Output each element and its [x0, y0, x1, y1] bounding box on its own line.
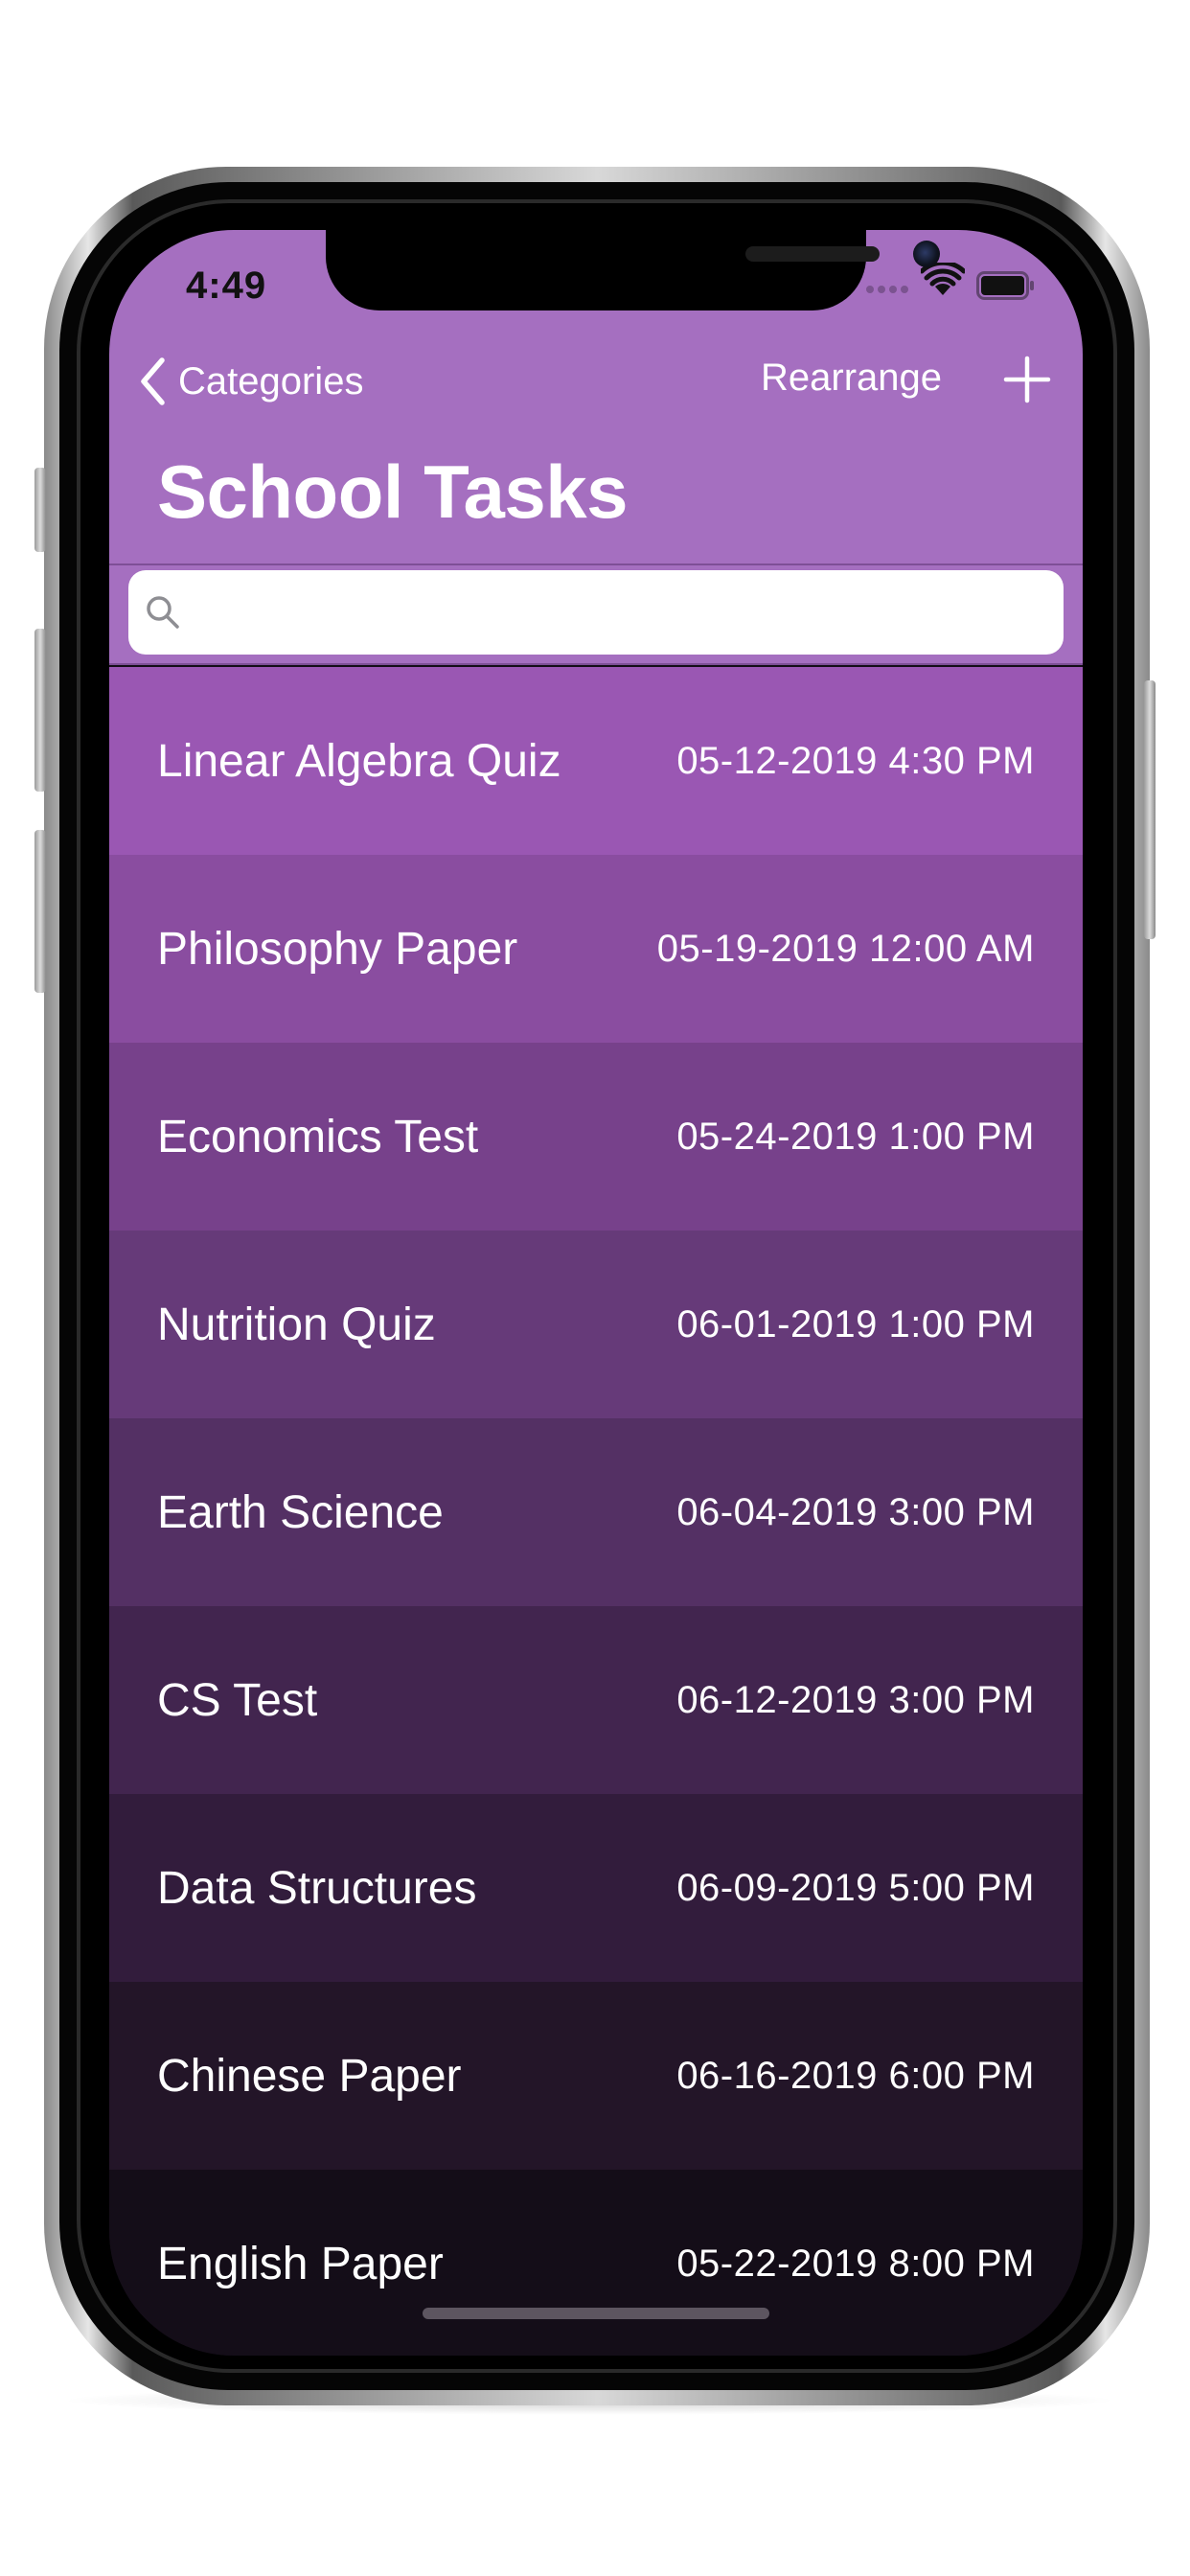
power-button — [1144, 680, 1156, 939]
search-bar[interactable] — [128, 570, 1064, 655]
task-row-english-paper[interactable]: English Paper 05-22-2019 8:00 PM — [109, 2170, 1083, 2356]
task-name: Economics Test — [157, 1111, 479, 1162]
plus-icon[interactable] — [1000, 353, 1054, 406]
battery-icon — [976, 271, 1034, 300]
task-name: Earth Science — [157, 1486, 444, 1538]
task-name: Philosophy Paper — [157, 923, 518, 975]
task-name: English Paper — [157, 2238, 444, 2289]
task-row-philosophy-paper[interactable]: Philosophy Paper 05-19-2019 12:00 AM — [109, 855, 1083, 1043]
title-divider — [109, 564, 1083, 565]
mute-switch — [34, 468, 46, 552]
task-date: 06-09-2019 5:00 PM — [676, 1866, 1035, 1909]
task-row-linear-algebra-quiz[interactable]: Linear Algebra Quiz 05-12-2019 4:30 PM — [109, 667, 1083, 855]
task-date: 05-22-2019 8:00 PM — [676, 2242, 1035, 2285]
status-time: 4:49 — [186, 264, 267, 307]
page-title: School Tasks — [157, 449, 629, 534]
home-indicator[interactable] — [423, 2308, 769, 2319]
speaker-grille — [745, 246, 880, 262]
task-date: 06-12-2019 3:00 PM — [676, 1678, 1035, 1721]
task-date: 06-04-2019 3:00 PM — [676, 1490, 1035, 1533]
task-row-earth-science[interactable]: Earth Science 06-04-2019 3:00 PM — [109, 1418, 1083, 1606]
back-button-label: Categories — [178, 359, 364, 402]
task-date: 06-16-2019 6:00 PM — [676, 2054, 1035, 2097]
search-divider — [109, 663, 1083, 665]
task-date: 05-24-2019 1:00 PM — [676, 1115, 1035, 1158]
task-row-chinese-paper[interactable]: Chinese Paper 06-16-2019 6:00 PM — [109, 1982, 1083, 2170]
task-name: Chinese Paper — [157, 2050, 462, 2102]
search-icon — [147, 596, 179, 629]
phone-screen: 4:49 Categories Rearrange School Tasks L… — [109, 230, 1083, 2356]
rearrange-button[interactable]: Rearrange — [761, 356, 942, 400]
back-button[interactable]: Categories — [138, 353, 363, 410]
task-date: 05-19-2019 12:00 AM — [656, 927, 1035, 970]
signal-dots-icon — [866, 286, 914, 295]
task-name: Linear Algebra Quiz — [157, 735, 561, 787]
search-input[interactable] — [192, 578, 1064, 647]
task-row-data-structures[interactable]: Data Structures 06-09-2019 5:00 PM — [109, 1794, 1083, 1982]
notch — [326, 230, 940, 310]
task-list: Linear Algebra Quiz 05-12-2019 4:30 PM P… — [109, 667, 1083, 2356]
task-row-nutrition-quiz[interactable]: Nutrition Quiz 06-01-2019 1:00 PM — [109, 1230, 1083, 1418]
wifi-icon — [921, 263, 965, 295]
task-row-cs-test[interactable]: CS Test 06-12-2019 3:00 PM — [109, 1606, 1083, 1794]
volume-down-button — [34, 830, 46, 993]
task-name: CS Test — [157, 1674, 318, 1726]
front-camera — [913, 241, 940, 267]
volume-up-button — [34, 629, 46, 792]
task-name: Nutrition Quiz — [157, 1299, 436, 1350]
task-date: 05-12-2019 4:30 PM — [676, 739, 1035, 782]
task-row-economics-test[interactable]: Economics Test 05-24-2019 1:00 PM — [109, 1043, 1083, 1230]
task-name: Data Structures — [157, 1862, 477, 1914]
chevron-left-icon — [141, 357, 165, 405]
task-date: 06-01-2019 1:00 PM — [676, 1302, 1035, 1346]
